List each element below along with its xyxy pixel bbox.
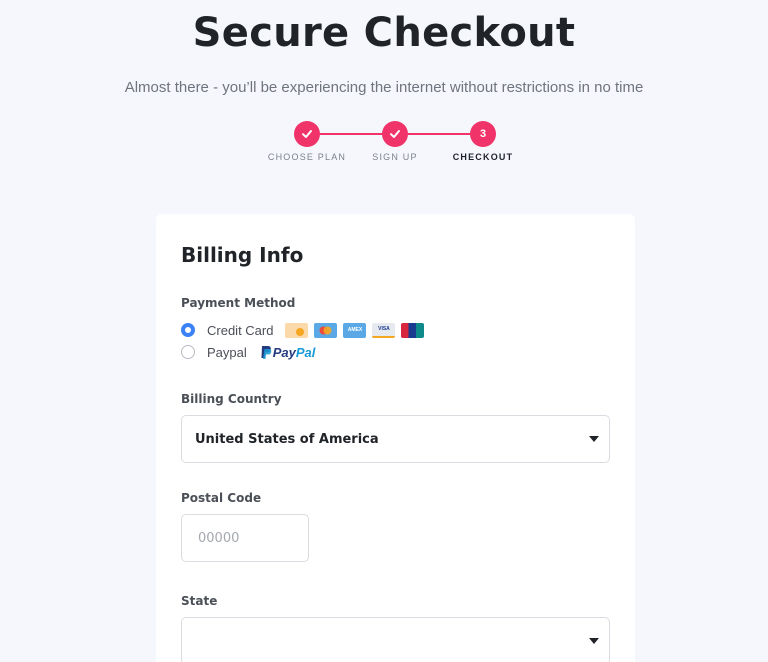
credit-card-label[interactable]: Credit Card bbox=[207, 323, 273, 338]
stepper-connector bbox=[408, 133, 472, 135]
billing-country-select[interactable]: United States of America bbox=[181, 415, 610, 463]
paypal-radio[interactable] bbox=[181, 345, 195, 359]
paypal-logo: Pay Pal bbox=[259, 344, 316, 360]
credit-card-radio[interactable] bbox=[181, 323, 195, 337]
page-subtitle: Almost there - you’ll be experiencing th… bbox=[124, 79, 644, 96]
stepper-connector bbox=[320, 133, 384, 135]
page-title: Secure Checkout bbox=[192, 10, 576, 56]
billing-info-title: Billing Info bbox=[181, 243, 304, 267]
paypal-icon bbox=[261, 345, 272, 359]
generic-card-icon bbox=[285, 322, 309, 338]
postal-code-input[interactable] bbox=[181, 514, 309, 562]
billing-country-value: United States of America bbox=[195, 431, 379, 447]
payment-method-label: Payment Method bbox=[181, 296, 296, 310]
step-sign-up-check-icon bbox=[382, 121, 408, 147]
state-label: State bbox=[181, 594, 218, 608]
visa-icon: VISA bbox=[372, 322, 396, 338]
step-checkout-number: 3 bbox=[470, 121, 496, 147]
mastercard-icon bbox=[314, 322, 338, 338]
step-label-checkout: CHECKOUT bbox=[452, 152, 514, 162]
paypal-logo-pal: Pal bbox=[295, 344, 316, 360]
chevron-down-icon bbox=[589, 436, 599, 442]
chevron-down-icon bbox=[589, 638, 599, 644]
billing-info-card: Billing Info Payment Method Credit Card … bbox=[156, 214, 635, 662]
step-choose-plan-check-icon bbox=[294, 121, 320, 147]
step-label-sign-up: SIGN UP bbox=[372, 152, 418, 162]
payment-option-credit-card[interactable]: Credit Card AMEX VISA bbox=[181, 321, 425, 339]
checkout-stepper: 3 CHOOSE PLAN SIGN UP CHECKOUT bbox=[0, 121, 768, 171]
step-label-choose-plan: CHOOSE PLAN bbox=[267, 152, 347, 162]
payment-option-paypal[interactable]: Paypal Pay Pal bbox=[181, 343, 315, 361]
state-select[interactable] bbox=[181, 617, 610, 662]
postal-code-label: Postal Code bbox=[181, 491, 262, 505]
billing-country-label: Billing Country bbox=[181, 392, 282, 406]
card-brand-icons: AMEX VISA bbox=[285, 322, 425, 338]
amex-icon: AMEX bbox=[343, 322, 367, 338]
paypal-label[interactable]: Paypal bbox=[207, 345, 247, 360]
paypal-logo-pay: Pay bbox=[272, 344, 296, 360]
unionpay-icon bbox=[401, 322, 425, 338]
